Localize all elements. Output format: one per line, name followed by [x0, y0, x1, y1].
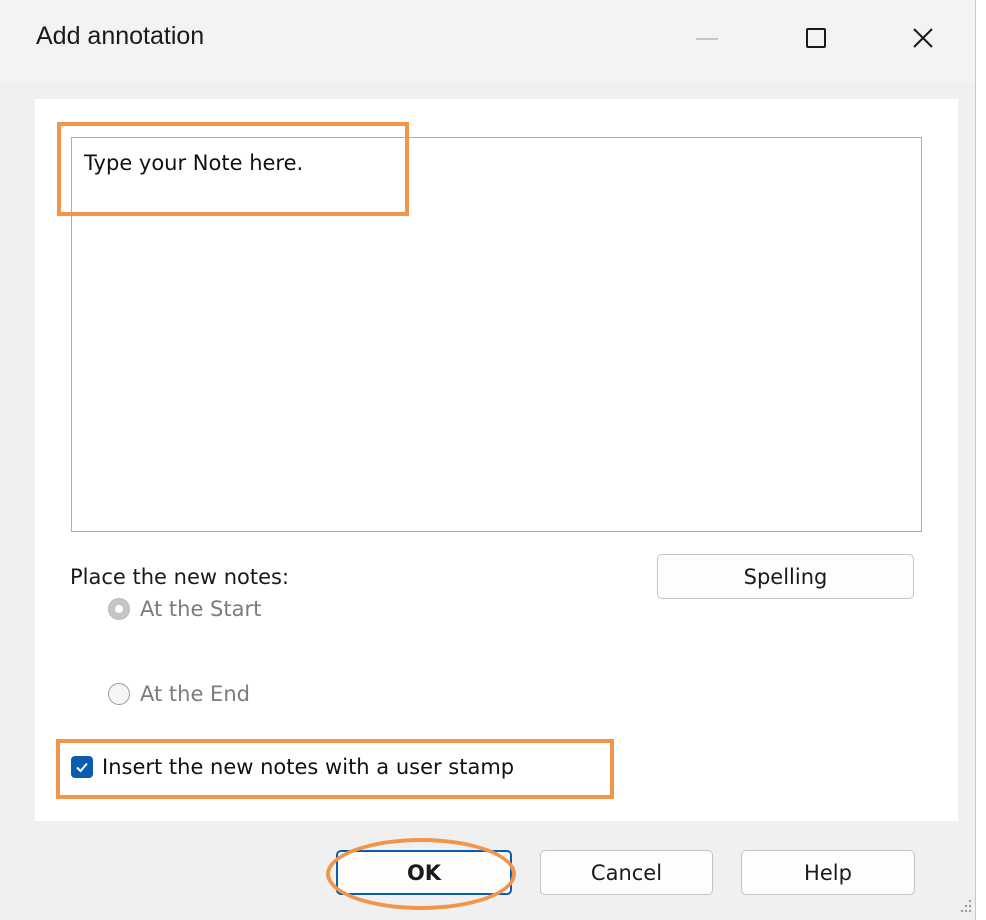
maximize-icon	[806, 28, 826, 48]
add-annotation-dialog: Add annotation Place the new notes: Spel…	[0, 0, 976, 920]
user-stamp-label: Insert the new notes with a user stamp	[102, 755, 515, 779]
maximize-button[interactable]	[780, 10, 850, 68]
radio-at-end[interactable]: At the End	[108, 679, 250, 709]
user-stamp-checkbox[interactable]	[71, 756, 93, 778]
ok-button[interactable]: OK	[336, 850, 512, 895]
note-text: Type your Note here.	[84, 151, 304, 175]
dialog-content: Place the new notes: Spelling At the Sta…	[35, 99, 958, 821]
radio-unselected-indicator	[108, 683, 130, 705]
radio-selected-indicator	[108, 598, 130, 620]
radio-at-start-label: At the Start	[140, 597, 262, 621]
window-edge	[976, 0, 986, 920]
resize-grip-icon[interactable]	[957, 896, 973, 916]
title-bar: Add annotation	[0, 0, 975, 82]
close-button[interactable]	[888, 10, 958, 68]
checkmark-icon	[76, 762, 88, 773]
user-stamp-checkbox-row[interactable]: Insert the new notes with a user stamp	[71, 755, 514, 779]
minimize-button[interactable]	[672, 10, 742, 68]
cancel-button[interactable]: Cancel	[540, 850, 713, 895]
help-button[interactable]: Help	[741, 850, 915, 895]
note-textarea[interactable]	[71, 137, 922, 532]
minimize-icon	[696, 38, 718, 40]
window-title: Add annotation	[36, 22, 205, 50]
spelling-button[interactable]: Spelling	[657, 554, 914, 599]
close-icon	[913, 28, 933, 48]
place-notes-label: Place the new notes:	[70, 565, 290, 589]
radio-at-end-label: At the End	[140, 682, 250, 706]
radio-at-start[interactable]: At the Start	[108, 594, 261, 624]
